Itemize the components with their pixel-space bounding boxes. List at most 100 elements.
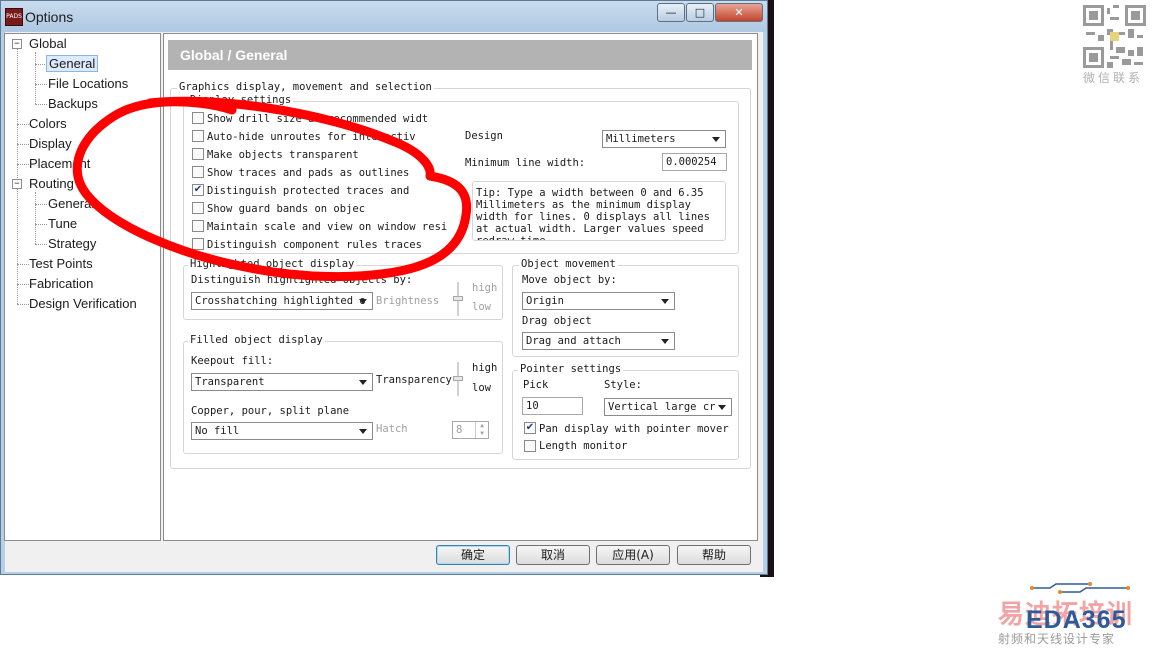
hatch-label: Hatch [376,423,408,435]
distinguish-label: Distinguish highlighted objects by: [191,274,413,286]
display-setting-checkbox[interactable] [192,220,204,232]
pick-input[interactable]: 10 [522,397,583,415]
brightness-high-label: high [472,282,498,294]
display-setting-checkbox[interactable]: ✔ [192,184,204,196]
tree-line [17,164,29,165]
tree-line [35,104,47,105]
panel-title: Global / General [168,40,752,70]
copper-fill-value: No fill [195,425,240,437]
tree-item-colors[interactable]: Colors [29,116,67,131]
chevron-down-icon [661,339,669,344]
copper-fill-combo[interactable]: No fill [191,422,373,440]
options-tree[interactable]: − Global General File Locations Backups … [4,33,161,541]
move-by-label: Move object by: [522,274,617,286]
tree-item-strategy[interactable]: Strategy [48,236,96,251]
hatch-spinner[interactable]: 8 ▲ ▼ [452,421,489,439]
app-icon: PADS [5,8,23,26]
tree-item-routing-general[interactable]: General [48,196,94,211]
tree-line [17,264,29,265]
spinner-arrows-icon[interactable]: ▲ ▼ [475,422,488,438]
brightness-label: Brightness [376,295,440,307]
drag-object-label: Drag object [522,315,592,327]
collapse-global-icon[interactable]: − [12,39,22,49]
display-setting-checkbox[interactable] [192,112,204,124]
slider-thumb[interactable] [453,296,463,301]
transparency-slider[interactable] [453,362,463,396]
apply-button[interactable]: 应用(A) [596,545,670,565]
display-setting-label: Distinguish protected traces and [207,185,410,197]
tree-line [17,284,29,285]
tree-item-design-verification[interactable]: Design Verification [29,296,137,311]
close-button[interactable]: ✕ [715,3,763,22]
transparency-low-label: low [472,382,491,394]
display-setting-checkbox[interactable] [192,148,204,160]
tip-line: redraw time. [476,235,552,241]
drag-object-combo[interactable]: Drag and attach [522,332,675,350]
tip-line: width for lines. 0 displays all lines [476,211,710,223]
tree-line [35,84,47,85]
help-button[interactable]: 帮助 [677,545,751,565]
min-line-width-input[interactable]: 0.000254 [662,153,727,171]
tree-line [17,304,29,305]
display-setting-checkbox[interactable] [192,238,204,250]
tree-item-backups[interactable]: Backups [48,96,98,111]
chevron-down-icon [359,429,367,434]
collapse-routing-icon[interactable]: − [12,179,22,189]
window-title: Options [25,9,74,25]
tree-item-fabrication[interactable]: Fabrication [29,276,93,291]
pointer-style-value: Vertical large cr [608,401,716,413]
minimize-button[interactable]: — [657,3,685,22]
movement-legend: Object movement [519,258,618,270]
pan-display-checkbox[interactable]: ✔ [524,422,536,434]
tree-item-placement[interactable]: Placement [29,156,90,171]
display-setting-checkbox[interactable] [192,130,204,142]
brand-subtitle: 射频和天线设计专家 [998,632,1116,646]
display-setting-checkbox[interactable] [192,166,204,178]
brightness-slider[interactable] [453,282,463,316]
length-monitor-checkbox[interactable] [524,440,536,452]
keepout-fill-combo[interactable]: Transparent [191,373,373,391]
display-settings-legend: Display settings [188,94,294,106]
slider-thumb[interactable] [453,376,463,381]
display-setting-label: Auto-hide unroutes for interactiv [207,131,416,143]
tree-item-file-locations[interactable]: File Locations [48,76,128,91]
title-bar[interactable]: PADS Options — □ ✕ [1,1,767,32]
chevron-down-icon [661,299,669,304]
tree-item-display[interactable]: Display [29,136,72,151]
pointer-style-combo[interactable]: Vertical large cr [604,398,732,416]
ok-button[interactable]: 确定 [436,545,510,565]
move-by-combo[interactable]: Origin [522,292,675,310]
tree-item-test-points[interactable]: Test Points [29,256,93,271]
display-setting-label: Distinguish component rules traces [207,239,422,251]
min-line-width-value: 0.000254 [666,156,717,168]
tree-line [35,244,47,245]
drag-object-value: Drag and attach [526,335,621,347]
tree-item-routing[interactable]: Routing [29,176,74,191]
tree-line [17,124,29,125]
highlight-mode-combo[interactable]: Crosshatching highlighted o [191,292,373,310]
tip-box: Tip: Type a width between 0 and 6.35 Mill… [472,181,726,241]
pick-value: 10 [526,400,539,412]
tree-line [35,224,47,225]
tree-item-tune[interactable]: Tune [48,216,77,231]
qr-code-icon [1083,5,1146,68]
tree-item-global[interactable]: Global [29,36,67,51]
qr-caption: 微信联系 [1083,71,1144,85]
maximize-icon: □ [694,6,706,19]
close-icon: ✕ [734,6,744,19]
min-line-width-label: Minimum line width: [465,157,586,169]
tip-line: Tip: Type a width between 0 and 6.35 [476,187,704,199]
highlighted-legend: Highlighted object display [188,258,357,270]
tree-item-general[interactable]: General [46,55,99,72]
pointer-legend: Pointer settings [518,363,624,375]
design-units-combo[interactable]: Millimeters [602,130,726,148]
length-monitor-label: Length monitor [539,440,628,452]
keepout-fill-value: Transparent [195,376,265,388]
keepout-fill-label: Keepout fill: [191,355,274,367]
tip-line: Millimeters as the minimum display [476,199,691,211]
cancel-button[interactable]: 取消 [516,545,590,565]
graphics-group-legend: Graphics display, movement and selection [177,81,434,93]
transparency-high-label: high [472,362,498,374]
maximize-button[interactable]: □ [686,3,714,22]
display-setting-checkbox[interactable] [192,202,204,214]
